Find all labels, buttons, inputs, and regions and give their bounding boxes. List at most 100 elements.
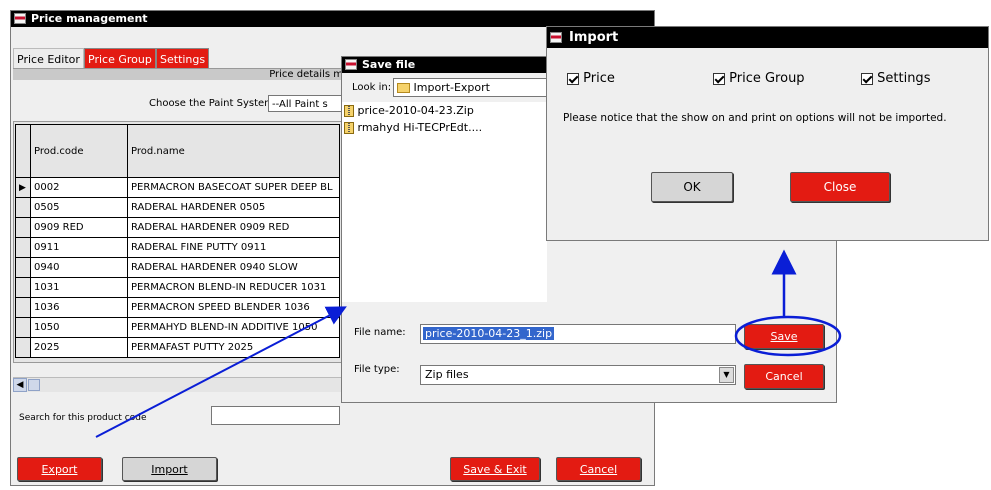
row-indicator xyxy=(15,297,31,318)
dialog-title: Save file xyxy=(362,58,416,71)
option-label: Price xyxy=(583,71,615,86)
scroll-left-icon[interactable]: ◀ xyxy=(13,378,27,392)
import-dialog: Import Price Price Group Settings Please… xyxy=(546,26,989,241)
ok-label: OK xyxy=(683,180,701,194)
file-list[interactable]: price-2010-04-23.Zip rmahyd Hi-TECPrEdt.… xyxy=(342,102,547,302)
price-management-titlebar[interactable]: Price management xyxy=(11,11,654,27)
look-in-select[interactable]: Import-Export xyxy=(393,78,548,97)
table-row[interactable]: ▶ 0002 PERMACRON BASECOAT SUPER DEEP BL xyxy=(15,177,340,198)
look-in-value: Import-Export xyxy=(413,81,490,94)
file-name-input[interactable]: price-2010-04-23_1.zip xyxy=(420,324,736,344)
cell-prod-code[interactable]: 1050 xyxy=(30,317,128,338)
file-type-label: File type: xyxy=(354,364,400,375)
file-item[interactable]: rmahyd Hi-TECPrEdt.... xyxy=(344,121,482,134)
cell-prod-code[interactable]: 2025 xyxy=(30,337,128,358)
close-button[interactable]: Close xyxy=(790,172,890,202)
file-name-value: price-2010-04-23_1.zip xyxy=(423,327,555,340)
cell-prod-name[interactable]: PERMAHYD BLEND-IN ADDITIVE 1050 xyxy=(127,317,340,338)
scroll-thumb[interactable] xyxy=(28,379,40,391)
file-type-select[interactable]: Zip files ▼ xyxy=(420,365,736,385)
column-header-prod-name[interactable]: Prod.name xyxy=(127,124,340,178)
dialog-cancel-button[interactable]: Cancel xyxy=(744,364,824,389)
folder-icon xyxy=(397,83,410,93)
export-button[interactable]: Export xyxy=(17,457,102,481)
column-header-prod-code[interactable]: Prod.code xyxy=(30,124,128,178)
window-title: Price management xyxy=(31,12,148,25)
row-indicator: ▶ xyxy=(15,177,31,198)
cell-prod-name[interactable]: PERMACRON SPEED BLENDER 1036 xyxy=(127,297,340,318)
paint-system-value: --All Paint s xyxy=(272,99,328,110)
table-row[interactable]: 2025 PERMAFAST PUTTY 2025 xyxy=(15,337,340,358)
tab-label: Price Editor xyxy=(17,52,80,66)
cell-prod-name[interactable]: RADERAL HARDENER 0940 SLOW xyxy=(127,257,340,278)
cell-prod-name[interactable]: RADERAL FINE PUTTY 0911 xyxy=(127,237,340,258)
table-row[interactable]: 0911 RADERAL FINE PUTTY 0911 xyxy=(15,237,340,258)
import-button[interactable]: Import xyxy=(122,457,217,481)
cancel-button[interactable]: Cancel xyxy=(556,457,641,481)
cell-prod-code[interactable]: 0505 xyxy=(30,197,128,218)
tab-price-editor[interactable]: Price Editor xyxy=(13,48,84,70)
table-row[interactable]: 0505 RADERAL HARDENER 0505 xyxy=(15,197,340,218)
row-indicator xyxy=(15,197,31,218)
save-exit-button[interactable]: Save & Exit xyxy=(450,457,540,481)
checkbox-icon[interactable] xyxy=(861,72,873,85)
header-label: Price details m xyxy=(269,69,343,80)
row-indicator-header xyxy=(15,124,31,178)
option-price[interactable]: Price xyxy=(567,71,615,86)
cell-prod-name[interactable]: RADERAL HARDENER 0505 xyxy=(127,197,340,218)
cell-prod-code[interactable]: 1031 xyxy=(30,277,128,298)
cell-prod-name[interactable]: PERMACRON BASECOAT SUPER DEEP BL xyxy=(127,177,340,198)
tab-price-group[interactable]: Price Group xyxy=(84,48,156,70)
zip-file-icon xyxy=(344,105,354,117)
import-titlebar[interactable]: Import xyxy=(547,27,988,48)
table-row[interactable]: 0909 RED RADERAL HARDENER 0909 RED xyxy=(15,217,340,238)
grid-header-row: Prod.code Prod.name xyxy=(15,124,340,178)
cell-prod-code[interactable]: 0911 xyxy=(30,237,128,258)
row-indicator xyxy=(15,237,31,258)
cell-prod-code[interactable]: 0940 xyxy=(30,257,128,278)
app-icon xyxy=(14,13,26,24)
paint-system-label: Choose the Paint System xyxy=(149,98,274,109)
save-button[interactable]: Save xyxy=(744,324,824,349)
search-label: Search for this product code xyxy=(19,413,147,423)
row-indicator xyxy=(15,337,31,358)
paint-system-select[interactable]: --All Paint s xyxy=(268,95,348,112)
import-title: Import xyxy=(569,30,619,45)
tab-label: Price Group xyxy=(88,52,152,66)
row-indicator xyxy=(15,257,31,278)
file-name-label: File name: xyxy=(354,327,406,338)
search-input[interactable] xyxy=(211,406,340,425)
cancel-label: Cancel xyxy=(579,462,618,476)
table-row[interactable]: 1031 PERMACRON BLEND-IN REDUCER 1031 xyxy=(15,277,340,298)
checkbox-icon[interactable] xyxy=(567,72,579,85)
cell-prod-name[interactable]: PERMAFAST PUTTY 2025 xyxy=(127,337,340,358)
table-row[interactable]: 0940 RADERAL HARDENER 0940 SLOW xyxy=(15,257,340,278)
table-row[interactable]: 1036 PERMACRON SPEED BLENDER 1036 xyxy=(15,297,340,318)
file-type-value: Zip files xyxy=(425,368,469,381)
cell-prod-name[interactable]: PERMACRON BLEND-IN REDUCER 1031 xyxy=(127,277,340,298)
file-item-name: rmahyd Hi-TECPrEdt.... xyxy=(357,121,483,134)
dialog-app-icon xyxy=(345,59,357,70)
checkbox-icon[interactable] xyxy=(713,72,725,85)
row-indicator xyxy=(15,317,31,338)
zip-file-icon xyxy=(344,122,354,134)
option-price-group[interactable]: Price Group xyxy=(713,71,805,86)
row-indicator xyxy=(15,217,31,238)
file-item-name: price-2010-04-23.Zip xyxy=(357,104,474,117)
cell-prod-code[interactable]: 0909 RED xyxy=(30,217,128,238)
save-exit-label: Save & Exit xyxy=(463,462,527,476)
cell-prod-code[interactable]: 0002 xyxy=(30,177,128,198)
ok-button[interactable]: OK xyxy=(651,172,733,202)
cell-prod-name[interactable]: RADERAL HARDENER 0909 RED xyxy=(127,217,340,238)
table-row[interactable]: 1050 PERMAHYD BLEND-IN ADDITIVE 1050 xyxy=(15,317,340,338)
dialog-cancel-label: Cancel xyxy=(765,370,803,383)
chevron-down-icon[interactable]: ▼ xyxy=(719,367,734,383)
row-indicator xyxy=(15,277,31,298)
cell-prod-code[interactable]: 1036 xyxy=(30,297,128,318)
option-settings[interactable]: Settings xyxy=(861,71,930,86)
file-item[interactable]: price-2010-04-23.Zip xyxy=(344,104,474,117)
tab-settings[interactable]: Settings xyxy=(156,48,209,70)
horizontal-scrollbar[interactable]: ◀ xyxy=(13,377,342,392)
close-label: Close xyxy=(823,180,857,194)
save-label: Save xyxy=(770,330,798,343)
